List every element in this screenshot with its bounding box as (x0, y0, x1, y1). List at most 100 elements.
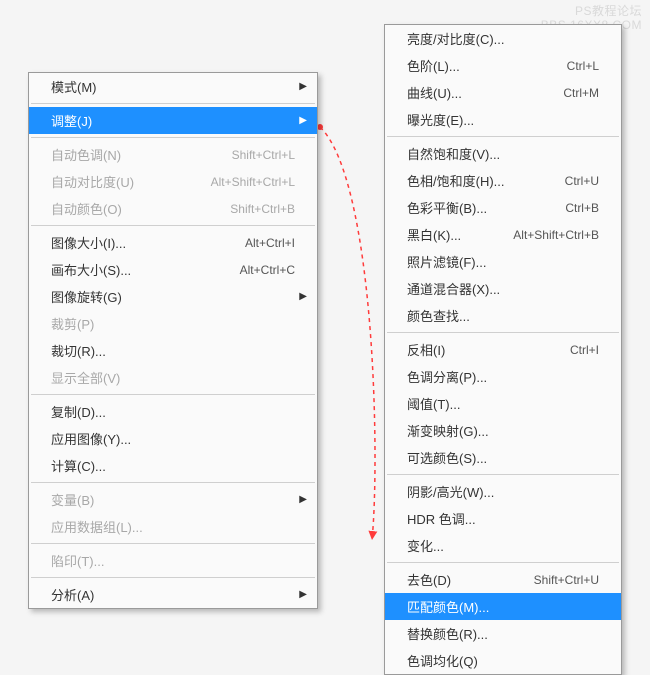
menu-item-label: 变量(B) (51, 490, 295, 509)
menu-item-label: 阈值(T)... (407, 394, 599, 413)
submenu-arrow-icon: ▶ (299, 494, 307, 505)
leftMenu-separator (31, 577, 315, 578)
menu-item-shortcut: Ctrl+M (563, 86, 599, 100)
rightMenu-item-13[interactable]: 反相(I)Ctrl+I (385, 336, 621, 363)
menu-item-label: 黑白(K)... (407, 225, 513, 244)
leftMenu-item-11: 裁剪(P) (29, 310, 317, 337)
menu-item-label: 计算(C)... (51, 456, 295, 475)
rightMenu-item-21[interactable]: 变化... (385, 532, 621, 559)
menu-item-label: 应用图像(Y)... (51, 429, 295, 448)
leftMenu-item-5: 自动对比度(U)Alt+Shift+Ctrl+L (29, 168, 317, 195)
menu-item-label: 显示全部(V) (51, 368, 295, 387)
menu-item-label: 照片滤镜(F)... (407, 252, 599, 271)
leftMenu-item-2[interactable]: 调整(J) ▶ (29, 107, 317, 134)
menu-item-shortcut: Ctrl+I (570, 343, 599, 357)
leftMenu-item-0[interactable]: 模式(M) ▶ (29, 73, 317, 100)
rightMenu-item-20[interactable]: HDR 色调... (385, 505, 621, 532)
rightMenu-item-1[interactable]: 色阶(L)...Ctrl+L (385, 52, 621, 79)
menu-item-label: 自动对比度(U) (51, 172, 211, 191)
rightMenu-item-2[interactable]: 曲线(U)...Ctrl+M (385, 79, 621, 106)
leftMenu-item-12[interactable]: 裁切(R)... (29, 337, 317, 364)
leftMenu-separator (31, 137, 315, 138)
menu-item-label: 裁切(R)... (51, 341, 295, 360)
leftMenu-item-19: 变量(B) ▶ (29, 486, 317, 513)
rightMenu-item-3[interactable]: 曝光度(E)... (385, 106, 621, 133)
submenu-arrow-icon: ▶ (299, 291, 307, 302)
leftMenu-item-13: 显示全部(V) (29, 364, 317, 391)
leftMenu-item-10[interactable]: 图像旋转(G) ▶ (29, 283, 317, 310)
submenu-arrow-icon: ▶ (299, 81, 307, 92)
menu-item-label: 复制(D)... (51, 402, 295, 421)
rightMenu-item-17[interactable]: 可选颜色(S)... (385, 444, 621, 471)
menu-item-label: 色彩平衡(B)... (407, 198, 565, 217)
menu-item-label: 图像旋转(G) (51, 287, 295, 306)
rightMenu-separator (387, 332, 619, 333)
menu-item-label: 亮度/对比度(C)... (407, 29, 599, 48)
leftMenu-item-17[interactable]: 计算(C)... (29, 452, 317, 479)
rightMenu-item-14[interactable]: 色调分离(P)... (385, 363, 621, 390)
image-menu[interactable]: 模式(M)▶调整(J)▶自动色调(N)Shift+Ctrl+L自动对比度(U)A… (28, 72, 318, 609)
menu-item-label: 裁剪(P) (51, 314, 295, 333)
leftMenu-separator (31, 225, 315, 226)
menu-item-shortcut: Ctrl+U (565, 174, 599, 188)
menu-item-label: 颜色查找... (407, 306, 599, 325)
submenu-arrow-icon: ▶ (299, 115, 307, 126)
menu-item-label: 曲线(U)... (407, 83, 563, 102)
menu-item-shortcut: Ctrl+L (567, 59, 599, 73)
rightMenu-separator (387, 562, 619, 563)
leftMenu-separator (31, 103, 315, 104)
menu-item-label: 自动颜色(O) (51, 199, 230, 218)
menu-item-label: 去色(D) (407, 570, 534, 589)
adjustments-submenu[interactable]: 亮度/对比度(C)...色阶(L)...Ctrl+L曲线(U)...Ctrl+M… (384, 24, 622, 675)
menu-item-label: 替换颜色(R)... (407, 624, 599, 643)
leftMenu-item-8[interactable]: 图像大小(I)...Alt+Ctrl+I (29, 229, 317, 256)
rightMenu-item-24[interactable]: 匹配颜色(M)... (385, 593, 621, 620)
leftMenu-item-24[interactable]: 分析(A)▶ (29, 581, 317, 608)
menu-item-label: 曝光度(E)... (407, 110, 599, 129)
rightMenu-item-10[interactable]: 通道混合器(X)... (385, 275, 621, 302)
leftMenu-item-4: 自动色调(N)Shift+Ctrl+L (29, 141, 317, 168)
leftMenu-item-15[interactable]: 复制(D)... (29, 398, 317, 425)
rightMenu-item-23[interactable]: 去色(D)Shift+Ctrl+U (385, 566, 621, 593)
rightMenu-item-0[interactable]: 亮度/对比度(C)... (385, 25, 621, 52)
menu-item-label: 画布大小(S)... (51, 260, 240, 279)
rightMenu-item-16[interactable]: 渐变映射(G)... (385, 417, 621, 444)
rightMenu-item-11[interactable]: 颜色查找... (385, 302, 621, 329)
menu-item-label: 匹配颜色(M)... (407, 597, 599, 616)
menu-item-label: 可选颜色(S)... (407, 448, 599, 467)
menu-item-label: 自然饱和度(V)... (407, 144, 599, 163)
menu-item-label: 调整(J) (51, 111, 295, 130)
leftMenu-separator (31, 543, 315, 544)
menu-item-shortcut: Shift+Ctrl+L (232, 148, 295, 162)
menu-item-label: 反相(I) (407, 340, 570, 359)
menu-item-label: 色相/饱和度(H)... (407, 171, 565, 190)
rightMenu-separator (387, 136, 619, 137)
menu-item-label: 分析(A) (51, 585, 295, 604)
leftMenu-item-22: 陷印(T)... (29, 547, 317, 574)
rightMenu-item-25[interactable]: 替换颜色(R)... (385, 620, 621, 647)
leftMenu-item-16[interactable]: 应用图像(Y)... (29, 425, 317, 452)
rightMenu-item-5[interactable]: 自然饱和度(V)... (385, 140, 621, 167)
menu-item-shortcut: Alt+Shift+Ctrl+L (211, 175, 295, 189)
rightMenu-item-15[interactable]: 阈值(T)... (385, 390, 621, 417)
rightMenu-item-26[interactable]: 色调均化(Q) (385, 647, 621, 674)
rightMenu-item-19[interactable]: 阴影/高光(W)... (385, 478, 621, 505)
rightMenu-item-6[interactable]: 色相/饱和度(H)...Ctrl+U (385, 167, 621, 194)
leftMenu-item-20: 应用数据组(L)... (29, 513, 317, 540)
menu-item-shortcut: Alt+Shift+Ctrl+B (513, 228, 599, 242)
menu-item-label: 色阶(L)... (407, 56, 567, 75)
menu-item-shortcut: Shift+Ctrl+U (534, 573, 599, 587)
rightMenu-item-9[interactable]: 照片滤镜(F)... (385, 248, 621, 275)
menu-item-label: 渐变映射(G)... (407, 421, 599, 440)
menu-item-shortcut: Shift+Ctrl+B (230, 202, 295, 216)
menu-item-label: 色调分离(P)... (407, 367, 599, 386)
rightMenu-item-8[interactable]: 黑白(K)...Alt+Shift+Ctrl+B (385, 221, 621, 248)
watermark-line1: PS教程论坛 (541, 4, 642, 18)
menu-item-label: 模式(M) (51, 77, 295, 96)
rightMenu-item-7[interactable]: 色彩平衡(B)...Ctrl+B (385, 194, 621, 221)
leftMenu-item-9[interactable]: 画布大小(S)...Alt+Ctrl+C (29, 256, 317, 283)
menu-item-label: 通道混合器(X)... (407, 279, 599, 298)
menu-item-label: 应用数据组(L)... (51, 517, 295, 536)
menu-item-shortcut: Alt+Ctrl+I (245, 236, 295, 250)
rightMenu-separator (387, 474, 619, 475)
